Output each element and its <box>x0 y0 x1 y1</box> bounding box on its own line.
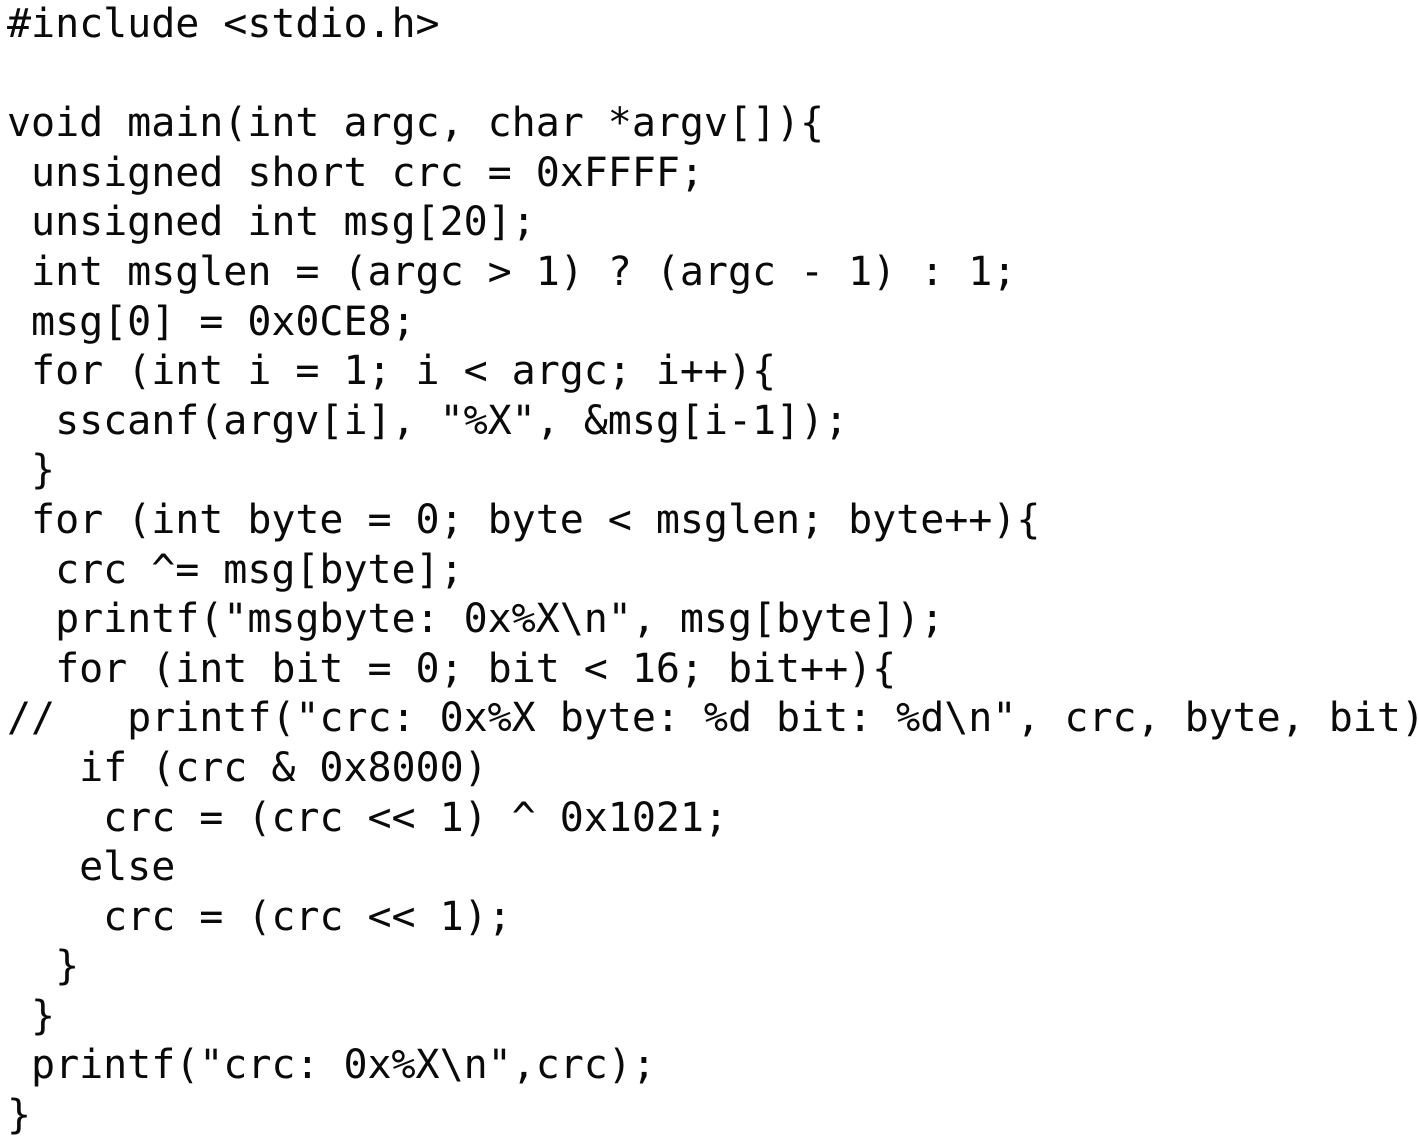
code-line: unsigned short crc = 0xFFFF; <box>7 149 704 196</box>
code-line: #include <stdio.h> <box>7 1 440 47</box>
code-line: crc = (crc << 1); <box>7 893 512 940</box>
code-line: } <box>7 943 80 990</box>
code-line: int msglen = (argc > 1) ? (argc - 1) : 1… <box>7 248 1017 295</box>
code-line: for (int bit = 0; bit < 16; bit++){ <box>7 645 897 692</box>
code-listing: #include <stdio.h> void main(int argc, ch… <box>0 0 1419 1141</box>
code-line: sscanf(argv[i], "%X", &msg[i-1]); <box>7 397 849 444</box>
code-line: } <box>7 447 56 494</box>
code-line: crc ^= msg[byte]; <box>7 546 464 593</box>
code-line: for (int byte = 0; byte < msglen; byte++… <box>7 496 1041 543</box>
code-line: void main(int argc, char *argv[]){ <box>7 100 825 147</box>
code-line: printf("msgbyte: 0x%X\n", msg[byte]); <box>7 596 945 643</box>
code-line: for (int i = 1; i < argc; i++){ <box>7 348 777 395</box>
code-line: } <box>7 1092 32 1139</box>
code-line: unsigned int msg[20]; <box>7 199 536 246</box>
code-line: else <box>7 844 176 891</box>
code-line: } <box>7 992 56 1039</box>
code-line: printf("crc: 0x%X\n",crc); <box>7 1042 656 1089</box>
code-line: crc = (crc << 1) ^ 0x1021; <box>7 794 728 841</box>
code-line: // printf("crc: 0x%X byte: %d bit: %d\n"… <box>7 695 1419 742</box>
code-line: if (crc & 0x8000) <box>7 744 488 791</box>
code-line: msg[0] = 0x0CE8; <box>7 298 416 345</box>
